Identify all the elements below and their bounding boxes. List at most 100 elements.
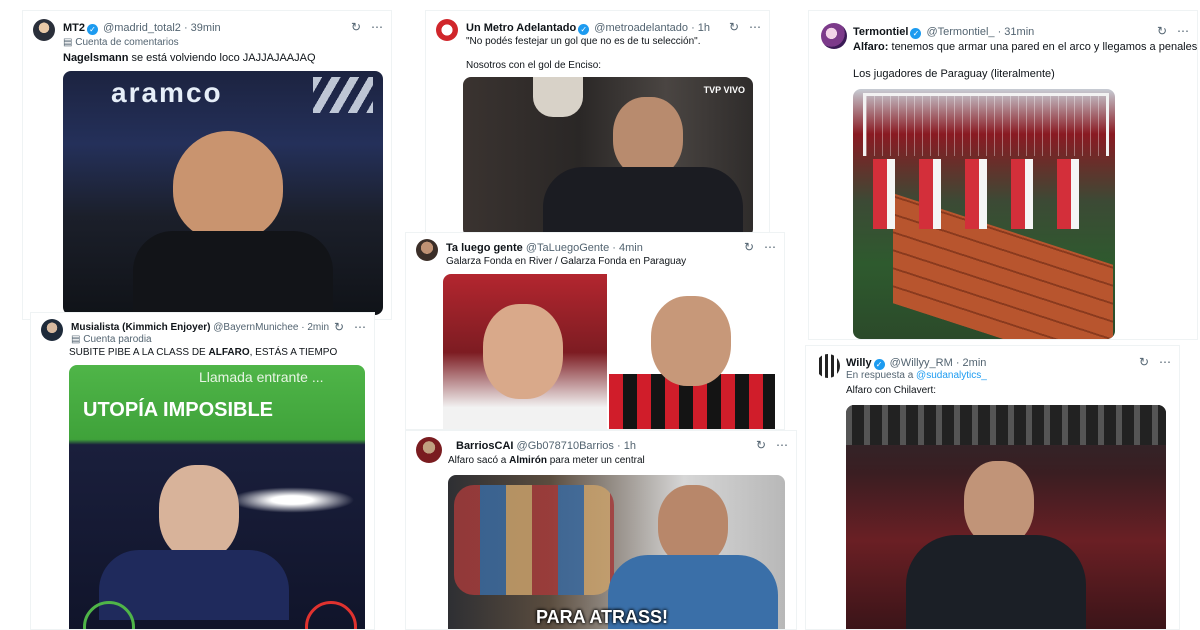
grok-icon[interactable]: ↻ [1157, 24, 1167, 38]
avatar[interactable] [821, 23, 847, 49]
tweet-card[interactable]: Ta luego gente @TaLuegoGente · 4min ↻ ⋯ G… [405, 232, 785, 430]
more-options-icon[interactable]: ⋯ [371, 20, 383, 34]
author-handle[interactable]: @metroadelantado [594, 22, 688, 34]
grok-icon[interactable]: ↻ [1139, 355, 1149, 369]
avatar[interactable] [436, 19, 458, 41]
reply-context: En respuesta a @sudanalytics_ [846, 370, 987, 381]
tweet-time[interactable]: · 31min [998, 26, 1035, 38]
avatar[interactable] [41, 319, 63, 341]
decline-call-icon[interactable] [305, 601, 357, 629]
tweet-card[interactable]: MT2 ✓ @madrid_total2 · 39min ↻ ⋯ ▤ Cuenta … [22, 10, 392, 320]
tweet-text: Nagelsmann se está volviendo loco JAJJAJ… [63, 51, 381, 65]
tweet-text-rest: se está volviendo loco JAJJAJAAJAQ [128, 52, 316, 64]
tweet-text: Alfaro con Chilavert: [846, 385, 937, 396]
tweet-text: "No podés festejar un gol que no es de t… [466, 36, 701, 47]
tweet-image[interactable]: Llamada entrante ... UTOPÍA IMPOSIBLE [69, 365, 365, 629]
verified-badge-icon: ✓ [578, 24, 590, 35]
stadium-roof-shape [846, 405, 1166, 445]
tweet-text-line2: Nosotros con el gol de Enciso: [466, 60, 602, 71]
tweet-image[interactable] [846, 405, 1166, 629]
more-options-icon[interactable]: ⋯ [749, 20, 761, 34]
author-name[interactable]: Willy [846, 357, 872, 369]
tweet-image[interactable] [853, 89, 1115, 339]
person-shape [613, 97, 683, 177]
tweet-image[interactable]: aramco [63, 71, 383, 315]
tweet-actions: ↻ ⋯ [734, 240, 776, 254]
tweet-card[interactable]: Musialista (Kimmich Enjoyer) @BayernMuni… [30, 312, 375, 630]
tweet-card[interactable]: Un Metro Adelantado ✓ @metroadelantado · … [425, 10, 770, 236]
more-options-icon[interactable]: ⋯ [1177, 24, 1189, 38]
lamp-shape [533, 77, 583, 117]
players-shape [873, 159, 1103, 229]
tweet-author-line: Un Metro Adelantado ✓ @metroadelantado · … [466, 22, 710, 35]
tweet-card[interactable]: Termontiel ✓ @Termontiel_ · 31min ↻ ⋯ Alfa… [808, 10, 1198, 340]
account-label-text: Cuenta de comentarios [75, 37, 179, 48]
avatar[interactable] [33, 19, 55, 41]
tweet-card[interactable]: Willy ✓ @Willyy_RM · 2min ↻ ⋯ En respuesta… [805, 345, 1180, 630]
goal-net-shape [863, 93, 1109, 156]
grok-icon[interactable]: ↻ [334, 320, 344, 334]
tweet-time[interactable]: · 2min [956, 357, 987, 369]
tweet-time[interactable]: · 39min [184, 22, 221, 34]
author-handle[interactable]: @Willyy_RM [890, 357, 953, 369]
grok-icon[interactable]: ↻ [351, 20, 361, 34]
verified-badge-icon: ✓ [87, 24, 98, 35]
avatar[interactable] [416, 437, 442, 463]
author-handle[interactable]: @BayernMunichee [213, 322, 298, 333]
tweet-text-line2: Los jugadores de Paraguay (literalmente) [853, 68, 1055, 80]
tweet-image[interactable]: PARA ATRASS! [448, 475, 785, 629]
more-options-icon[interactable]: ⋯ [1159, 355, 1171, 369]
author-name[interactable]: Ta luego gente [446, 242, 523, 254]
reply-label: En respuesta a [846, 370, 917, 381]
tweet-actions: ↻ ⋯ [746, 438, 788, 452]
adidas-stripes-shape [313, 77, 373, 113]
person-body-shape [133, 231, 333, 315]
tweet-image[interactable] [443, 274, 775, 429]
tweet-text-post: , ESTÁS A TIEMPO [249, 347, 338, 358]
author-handle[interactable]: @Termontiel_ [926, 26, 994, 38]
grok-icon[interactable]: ↻ [729, 20, 739, 34]
tweet-text-bold: ALFARO [208, 347, 250, 358]
tweet-text-rest: tenemos que armar una pared en el arco y… [888, 41, 1198, 53]
tweet-time[interactable]: · 1h [691, 22, 710, 34]
driver-shape [658, 485, 728, 565]
tweet-time[interactable]: · 1h [617, 440, 636, 452]
more-options-icon[interactable]: ⋯ [764, 240, 776, 254]
tweet-card[interactable]: BarriosCAI @Gb078710Barrios · 1h ↻ ⋯ Alfa… [405, 430, 797, 630]
tweet-author-line: BarriosCAI @Gb078710Barrios · 1h [456, 440, 636, 452]
tweet-actions: ↻ ⋯ [1129, 355, 1171, 369]
author-handle[interactable]: @Gb078710Barrios [517, 440, 614, 452]
tweet-time[interactable]: · 4min [612, 242, 643, 254]
tweet-author-line: MT2 ✓ @madrid_total2 · 39min [63, 22, 221, 35]
tweet-text-post: para meter un central [546, 455, 645, 466]
tweet-text-pre: Alfaro sacó a [448, 455, 510, 466]
author-name[interactable]: BarriosCAI [456, 440, 513, 452]
meme-caption: PARA ATRASS! [536, 607, 668, 627]
tweet-image[interactable]: TVP VIVO [463, 77, 753, 235]
author-name[interactable]: Termontiel [853, 26, 908, 38]
author-handle[interactable]: @TaLuegoGente [526, 242, 609, 254]
avatar[interactable] [416, 239, 438, 261]
tweet-text: Alfaro sacó a Almirón para meter un cent… [448, 454, 786, 468]
more-options-icon[interactable]: ⋯ [354, 320, 366, 334]
tweet-actions: ↻ ⋯ [1147, 24, 1189, 38]
person-body-shape [543, 167, 743, 235]
tweet-actions: ↻ ⋯ [341, 20, 383, 34]
person-shape [173, 131, 283, 241]
photo-right-face-shape [651, 296, 731, 386]
grok-icon[interactable]: ↻ [744, 240, 754, 254]
author-name[interactable]: Musialista (Kimmich Enjoyer) [71, 322, 210, 333]
author-name[interactable]: Un Metro Adelantado [466, 22, 576, 34]
author-handle[interactable]: @madrid_total2 [103, 22, 181, 34]
stadium-lights-shape [219, 485, 365, 515]
reply-handle-link[interactable]: @sudanalytics_ [916, 370, 987, 381]
tweet-text-bold: Almirón [509, 455, 547, 466]
avatar[interactable] [816, 354, 840, 378]
person-shape [964, 461, 1034, 546]
photo-left-face-shape [483, 304, 563, 399]
grok-icon[interactable]: ↻ [756, 438, 766, 452]
tweet-author-line: Ta luego gente @TaLuegoGente · 4min [446, 242, 643, 254]
more-options-icon[interactable]: ⋯ [776, 438, 788, 452]
author-name[interactable]: MT2 [63, 22, 85, 34]
person-body-shape [906, 535, 1086, 629]
